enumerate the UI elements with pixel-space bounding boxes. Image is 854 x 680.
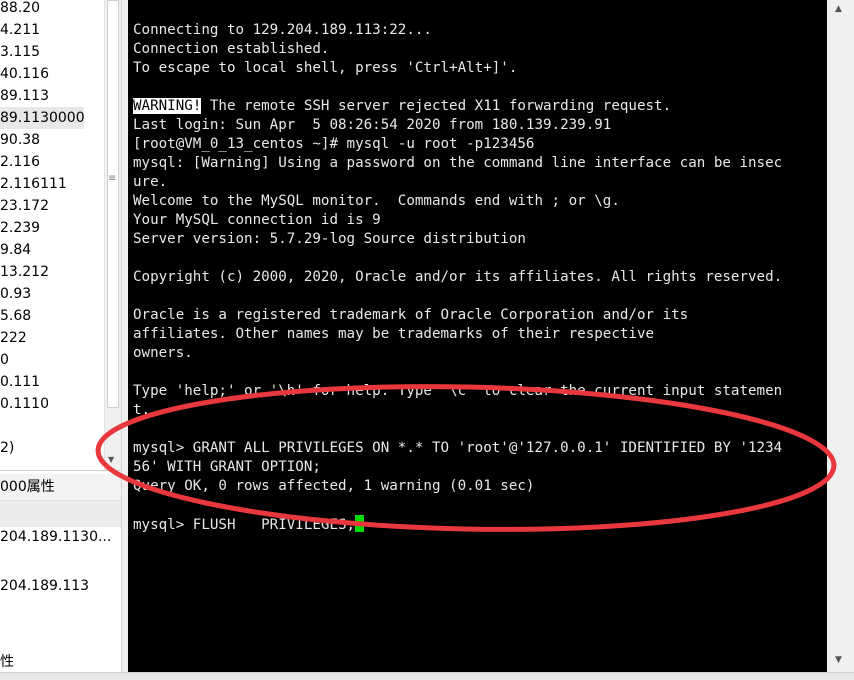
session-item[interactable]: 0.93 [0,283,104,305]
terminal-output: Connecting to 129.204.189.113:22... Conne… [133,21,782,534]
terminal-line: Welcome to the MySQL monitor. Commands e… [133,193,620,209]
session-item[interactable]: 0 [0,349,104,371]
warning-badge: WARNING! [133,98,202,114]
session-item[interactable]: 40.116 [0,63,104,85]
scroll-down-arrow-icon[interactable]: ▼ [835,655,842,665]
terminal-line: t. [133,402,151,418]
property-row-highlight [0,501,121,527]
property-host-value[interactable]: 204.189.1130... [0,529,111,545]
ssh-terminal[interactable]: Connecting to 129.204.189.113:22... Conne… [128,0,827,672]
session-list: 88.20 4.211 3.115 40.116 89.113 89.1130000 90.… [0,0,104,470]
terminal-line: affiliates. Other names may be trademark… [133,326,655,342]
session-item[interactable]: 2.116 [0,151,104,173]
terminal-cursor [355,515,365,532]
session-item[interactable]: 222 [0,327,104,349]
terminal-line: [root@VM_0_13_centos ~]# mysql -u root -… [133,136,535,152]
session-item[interactable]: 2.116111 [0,173,104,195]
terminal-line: Your MySQL connection id is 9 [133,212,381,228]
property-address-value[interactable]: 204.189.113 [0,578,89,594]
session-item[interactable]: 2.239 [0,217,104,239]
session-item[interactable]: 5.68 [0,305,104,327]
session-item[interactable]: 2) [0,437,104,459]
pane-divider[interactable] [0,470,121,471]
session-item[interactable]: 4.211 [0,19,104,41]
terminal-line: To escape to local shell, press 'Ctrl+Al… [133,60,518,76]
terminal-line: 56' WITH GRANT OPTION; [133,459,321,475]
session-item[interactable]: 89.1130000 [0,107,85,129]
scrollbar-thumb[interactable] [107,0,119,408]
terminal-line: Copyright (c) 2000, 2020, Oracle and/or … [133,269,783,285]
terminal-scrollbar[interactable]: ▲ ▼ [827,0,854,672]
property-label: 性 [0,654,14,670]
terminal-line: Connection established. [133,41,330,57]
terminal-line: Last login: Sun Apr 5 08:26:54 2020 from… [133,117,612,133]
session-item[interactable]: 13.212 [0,261,104,283]
session-item[interactable]: 89.113 [0,85,104,107]
session-item[interactable]: 3.115 [0,41,104,63]
terminal-line: mysql> FLUSH PRIVILEGES; [133,515,782,534]
session-item[interactable]: 0.1110 [0,393,104,415]
terminal-line: mysql: [Warning] Using a password on the… [133,155,783,171]
terminal-line: WARNING! The remote SSH server rejected … [133,97,782,116]
session-item[interactable]: 0.111 [0,371,104,393]
session-item[interactable]: 88.20 [0,0,104,19]
terminal-line: mysql> GRANT ALL PRIVILEGES ON *.* TO 'r… [133,440,783,456]
properties-header: 000属性 [0,474,121,501]
terminal-line: Server version: 5.7.29-log Source distri… [133,231,526,247]
terminal-line: ure. [133,174,168,190]
scroll-up-arrow-icon[interactable]: ▲ [835,4,842,14]
terminal-line: Oracle is a registered trademark of Orac… [133,307,689,323]
terminal-line: Query OK, 0 rows affected, 1 warning (0.… [133,478,535,494]
terminal-line: Connecting to 129.204.189.113:22... [133,22,432,38]
scrollbar-grip-icon: ≡ [108,173,117,184]
session-item[interactable]: 90.38 [0,129,104,151]
session-list-scrollbar[interactable]: ≡ ▼ [104,0,122,470]
session-item[interactable]: 9.84 [0,239,104,261]
scroll-down-arrow-icon[interactable]: ▼ [108,455,114,464]
session-item[interactable] [0,415,104,437]
session-item[interactable]: 23.172 [0,195,104,217]
properties-title: 000属性 [0,479,55,495]
terminal-line: owners. [133,345,193,361]
terminal-line: Type 'help;' or '\h' for help. Type '\c'… [133,383,783,399]
warning-message: The remote SSH server rejected X11 forwa… [201,98,672,114]
